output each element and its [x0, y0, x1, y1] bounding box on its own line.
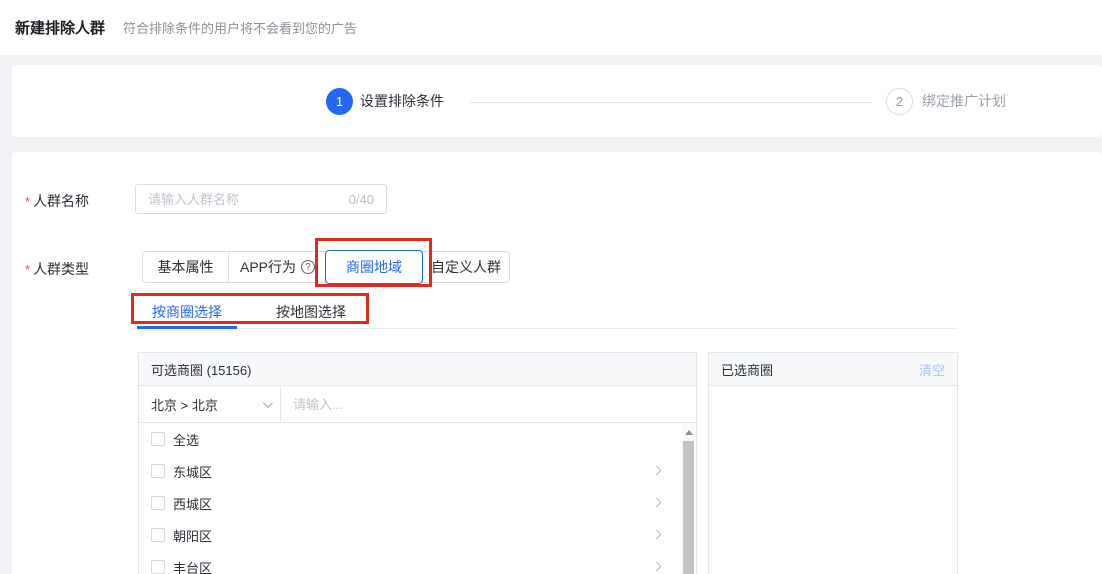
required-asterisk: *: [25, 262, 30, 277]
checkbox[interactable]: [151, 464, 165, 478]
subtab-by-map[interactable]: 按地图选择: [261, 298, 361, 326]
tab-app-behavior[interactable]: APP行为 ?: [228, 252, 326, 282]
stepper-card: 1 设置排除条件 2 绑定推广计划: [12, 65, 1102, 137]
step-2-label: 绑定推广计划: [922, 88, 1006, 115]
tab-custom-audience[interactable]: 自定义人群: [422, 252, 509, 282]
audience-name-input[interactable]: [136, 192, 349, 207]
chevron-down-icon: [263, 398, 273, 408]
available-districts-panel: 可选商圈 (15156) 北京 > 北京 全选 东城区 西城区: [138, 352, 697, 574]
audience-type-tabs: 基本属性 APP行为 ? 商圈地域 自定义人群: [142, 251, 510, 283]
chevron-right-icon[interactable]: [652, 466, 662, 476]
stepper-connector-line: [470, 102, 872, 103]
available-districts-header: 可选商圈 (15156): [139, 353, 696, 386]
subtab-by-business-district[interactable]: 按商圈选择: [137, 298, 237, 326]
list-item[interactable]: 朝阳区: [139, 519, 696, 551]
list-item[interactable]: 丰台区: [139, 551, 696, 574]
chevron-right-icon[interactable]: [652, 562, 662, 572]
chevron-right-icon[interactable]: [652, 498, 662, 508]
subtab-divider-line: [138, 328, 958, 329]
char-counter: 0/40: [349, 192, 386, 207]
scrollbar-thumb[interactable]: [683, 441, 694, 574]
step-2-circle: 2: [886, 88, 913, 115]
audience-name-label: *人群名称: [25, 191, 89, 211]
page-title: 新建排除人群: [15, 17, 105, 38]
selected-districts-panel: 已选商圈 清空: [708, 352, 958, 574]
list-item[interactable]: 西城区: [139, 487, 696, 519]
checkbox[interactable]: [151, 496, 165, 510]
selected-districts-title: 已选商圈: [721, 360, 773, 379]
region-select-dropdown[interactable]: 北京 > 北京: [139, 386, 281, 422]
clear-selection-link[interactable]: 清空: [919, 360, 945, 379]
step-1-label: 设置排除条件: [360, 88, 444, 115]
required-asterisk: *: [25, 194, 30, 209]
scroll-up-arrow-icon[interactable]: [682, 424, 695, 440]
audience-name-input-wrap: 0/40: [135, 184, 387, 214]
list-item-select-all[interactable]: 全选: [139, 423, 696, 455]
audience-type-label: *人群类型: [25, 259, 89, 279]
main-form-card: *人群名称 0/40 *人群类型 基本属性 APP行为 ? 商圈地域 自定义人群…: [12, 152, 1102, 574]
help-icon[interactable]: ?: [301, 260, 315, 274]
checkbox[interactable]: [151, 560, 165, 574]
checkbox[interactable]: [151, 432, 165, 446]
checkbox[interactable]: [151, 528, 165, 542]
list-item[interactable]: 东城区: [139, 455, 696, 487]
list-scrollbar[interactable]: [682, 424, 695, 574]
district-list: 全选 东城区 西城区 朝阳区 丰台区: [139, 423, 696, 574]
page-header: 新建排除人群 符合排除条件的用户将不会看到您的广告: [0, 0, 1102, 55]
selected-districts-header: 已选商圈 清空: [709, 353, 957, 386]
tab-basic-attributes[interactable]: 基本属性: [143, 252, 228, 282]
subtab-active-underline: [137, 326, 237, 329]
tab-business-district[interactable]: 商圈地域: [325, 250, 423, 284]
page-subtitle: 符合排除条件的用户将不会看到您的广告: [123, 18, 357, 37]
district-filter-row: 北京 > 北京: [139, 386, 696, 423]
district-search-input[interactable]: [281, 386, 696, 422]
chevron-right-icon[interactable]: [652, 530, 662, 540]
available-districts-title: 可选商圈 (15156): [151, 360, 251, 379]
step-1-circle: 1: [326, 88, 353, 115]
